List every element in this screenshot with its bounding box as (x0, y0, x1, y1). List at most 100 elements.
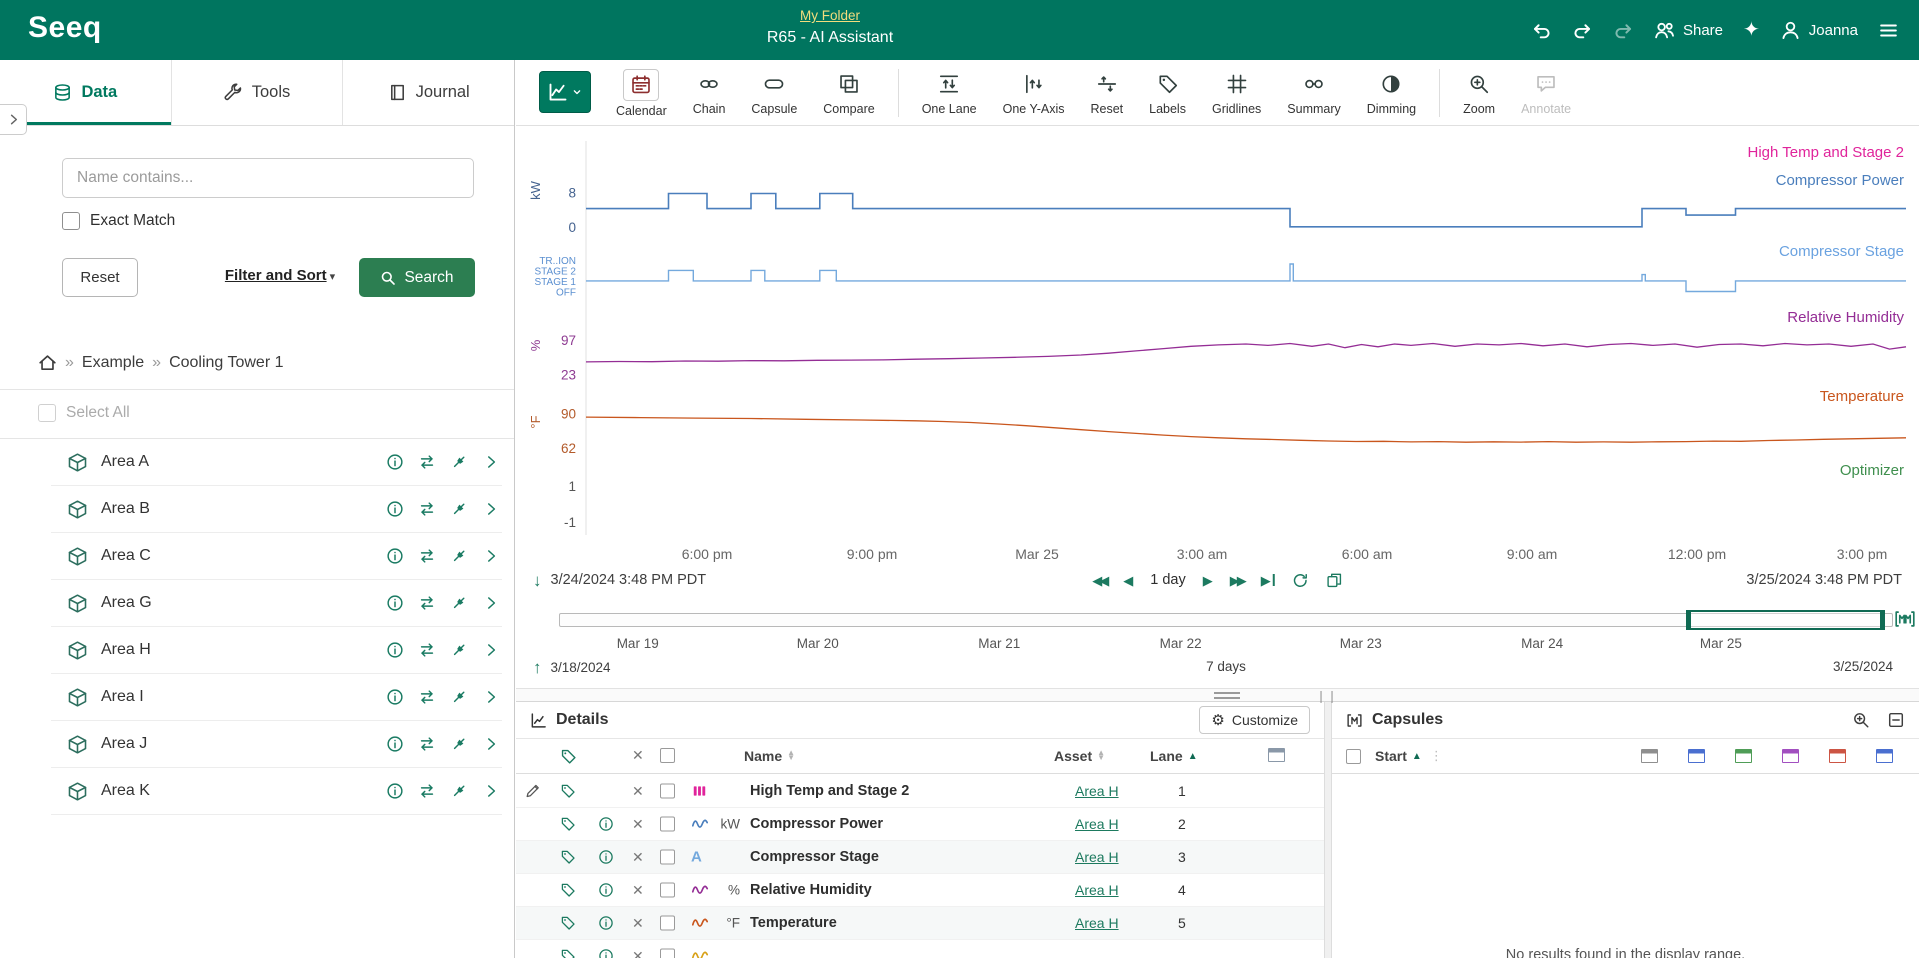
tag-icon[interactable] (560, 882, 576, 898)
range-end-label[interactable]: 3/25/2024 3:48 PM PDT (1746, 572, 1902, 588)
sidebar-item-area-h[interactable]: Area H (51, 627, 502, 674)
tag-icon[interactable] (560, 748, 577, 765)
edit-pencil-icon[interactable] (524, 783, 541, 800)
column-asset[interactable]: Asset▲▼ (1054, 748, 1105, 764)
sidebar-item-area-k[interactable]: Area K (51, 768, 502, 815)
item-info-icon[interactable] (386, 641, 404, 659)
zoom-button[interactable]: Zoom (1450, 60, 1508, 116)
item-swap-icon[interactable] (418, 547, 436, 565)
item-expand-icon[interactable] (482, 782, 500, 800)
item-expand-icon[interactable] (482, 500, 500, 518)
details-row[interactable]: ✕kWCompressor PowerArea H2 (516, 808, 1324, 841)
trend-view-dropdown[interactable] (539, 71, 591, 113)
overview-start-arrow-icon[interactable]: ↑ (533, 659, 542, 676)
compare-button[interactable]: Compare (810, 60, 887, 116)
tab-journal[interactable]: Journal (343, 60, 514, 125)
step-forward-icon[interactable]: ▶ (1203, 574, 1213, 587)
info-icon[interactable] (598, 882, 614, 898)
column-lane[interactable]: Lane▲ (1150, 748, 1198, 764)
sidebar-item-area-a[interactable]: Area A (51, 439, 502, 486)
capsule-column-icon-1[interactable] (1688, 749, 1705, 763)
item-expand-icon[interactable] (482, 641, 500, 659)
asset-link[interactable]: Area H (1075, 882, 1119, 898)
overview-start-label[interactable]: 3/18/2024 (551, 660, 611, 675)
capsule-column-icon-0[interactable] (1641, 749, 1658, 763)
undo-icon[interactable] (1531, 20, 1552, 41)
capsule-column-icon-2[interactable] (1735, 749, 1752, 763)
range-start-arrow-icon[interactable]: ↓ (533, 572, 542, 589)
item-expand-icon[interactable] (482, 735, 500, 753)
exact-match-row[interactable]: Exact Match (62, 212, 175, 230)
sidebar-item-area-i[interactable]: Area I (51, 674, 502, 721)
remove-icon[interactable]: ✕ (632, 850, 644, 864)
add-column-icon[interactable] (1268, 748, 1285, 762)
forward-icon[interactable] (1613, 20, 1634, 41)
step-back-fast-icon[interactable]: ◀◀ (1092, 574, 1106, 587)
tag-icon[interactable] (560, 915, 576, 931)
asset-link[interactable]: Area H (1075, 849, 1119, 865)
filter-sort-dropdown[interactable]: Filter and Sort▾ (190, 267, 370, 284)
redo-icon[interactable] (1572, 20, 1593, 41)
item-pin-icon[interactable] (450, 688, 468, 706)
capsule-column-icon-3[interactable] (1782, 749, 1799, 763)
one-y-axis-button[interactable]: One Y-Axis (990, 60, 1078, 116)
asset-link[interactable]: Area H (1075, 783, 1119, 799)
item-info-icon[interactable] (386, 782, 404, 800)
item-info-icon[interactable] (386, 688, 404, 706)
item-swap-icon[interactable] (418, 594, 436, 612)
item-info-icon[interactable] (386, 500, 404, 518)
item-pin-icon[interactable] (450, 735, 468, 753)
row-checkbox[interactable] (660, 850, 675, 865)
tab-tools[interactable]: Tools (172, 60, 344, 125)
column-start[interactable]: Start (1375, 748, 1407, 764)
zoom-in-icon[interactable] (1852, 711, 1870, 729)
dimming-button[interactable]: Dimming (1354, 60, 1429, 116)
info-icon[interactable] (598, 816, 614, 832)
chain-button[interactable]: Chain (680, 60, 739, 116)
item-swap-icon[interactable] (418, 500, 436, 518)
details-row[interactable]: ✕%Relative HumidityArea H4 (516, 874, 1324, 907)
remove-icon[interactable]: ✕ (632, 949, 644, 958)
item-info-icon[interactable] (386, 547, 404, 565)
my-folder-link[interactable]: My Folder (800, 8, 860, 23)
sidebar-collapse-button[interactable] (0, 104, 27, 135)
capsule-column-icon-5[interactable] (1876, 749, 1893, 763)
step-forward-fast-icon[interactable]: ▶▶ (1230, 574, 1244, 587)
refresh-icon[interactable] (1292, 572, 1309, 589)
tag-icon[interactable] (560, 816, 576, 832)
sidebar-item-area-g[interactable]: Area G (51, 580, 502, 627)
details-row[interactable]: ✕ACompressor StageArea H3 (516, 841, 1324, 874)
summary-button[interactable]: Summary (1274, 60, 1353, 116)
minimize-panel-icon[interactable] (1887, 711, 1905, 729)
overview-end-label[interactable]: 3/25/2024 (1833, 659, 1893, 674)
splitter-grip[interactable] (1214, 692, 1240, 699)
select-all-checkbox[interactable] (38, 404, 56, 422)
item-swap-icon[interactable] (418, 688, 436, 706)
sidebar-item-area-c[interactable]: Area C (51, 533, 502, 580)
breadcrumb-example[interactable]: Example (82, 354, 144, 372)
details-row[interactable]: ✕ (516, 940, 1324, 958)
horizontal-splitter[interactable]: ❘❘ (516, 688, 1919, 702)
item-info-icon[interactable] (386, 453, 404, 471)
item-expand-icon[interactable] (482, 547, 500, 565)
item-swap-icon[interactable] (418, 782, 436, 800)
reset-button[interactable]: Reset (1077, 60, 1136, 116)
tag-icon[interactable] (560, 783, 576, 799)
vertical-splitter[interactable] (1324, 702, 1332, 958)
sidebar-item-area-b[interactable]: Area B (51, 486, 502, 533)
gridlines-button[interactable]: Gridlines (1199, 60, 1274, 116)
asset-link[interactable]: Area H (1075, 816, 1119, 832)
item-info-icon[interactable] (386, 735, 404, 753)
select-all-rows-checkbox[interactable] (660, 748, 675, 763)
item-pin-icon[interactable] (450, 594, 468, 612)
item-expand-icon[interactable] (482, 594, 500, 612)
search-button[interactable]: Search (359, 258, 475, 297)
tag-icon[interactable] (560, 849, 576, 865)
item-pin-icon[interactable] (450, 641, 468, 659)
range-duration-label[interactable]: 1 day (1150, 572, 1185, 588)
step-back-icon[interactable]: ◀ (1123, 574, 1133, 587)
info-icon[interactable] (598, 849, 614, 865)
remove-icon[interactable]: ✕ (632, 784, 644, 798)
row-checkbox[interactable] (660, 916, 675, 931)
capsule-column-icon-4[interactable] (1829, 749, 1846, 763)
